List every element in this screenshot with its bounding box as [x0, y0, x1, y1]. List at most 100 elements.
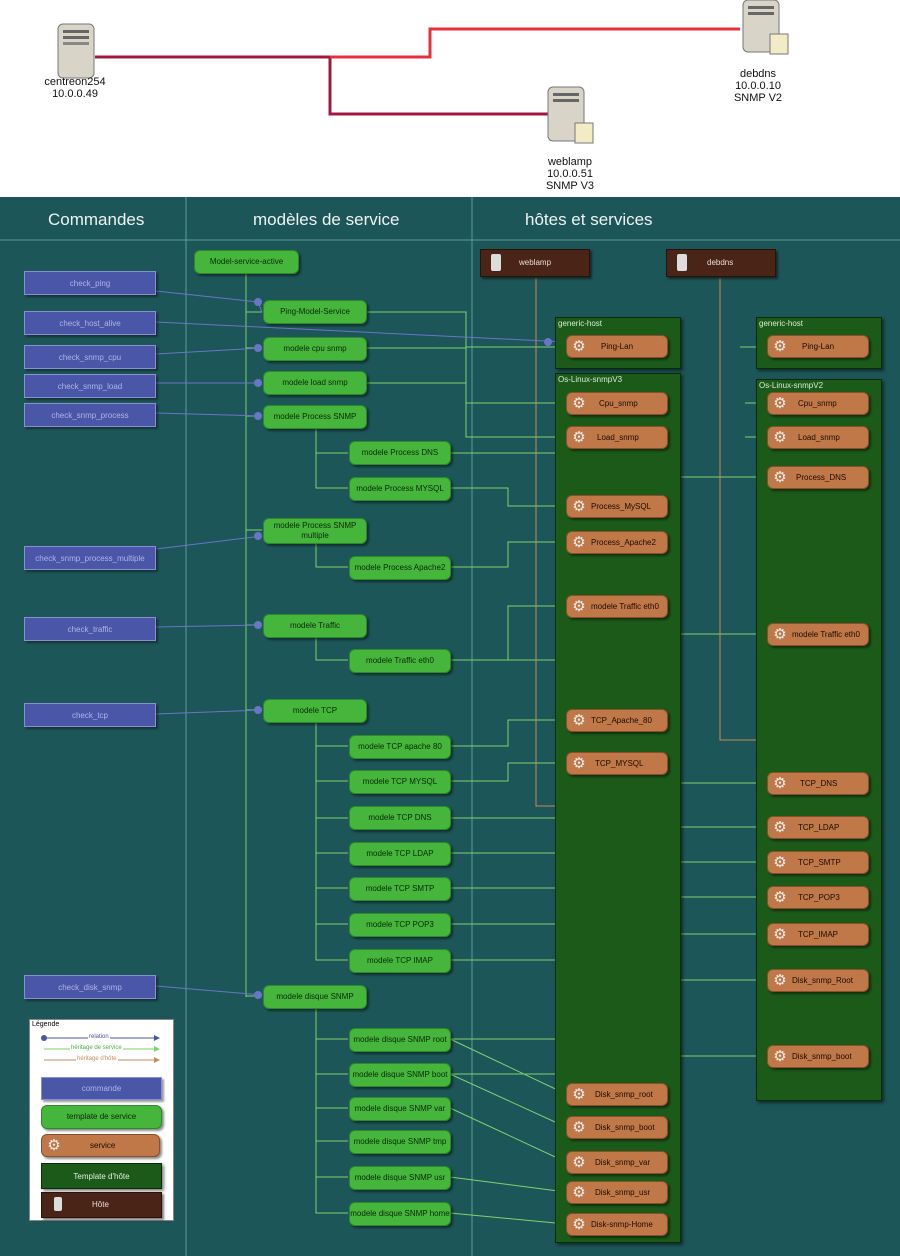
service-debdns-cpu[interactable]: ⚙ Cpu_snmp — [767, 392, 869, 415]
service-debdns-load[interactable]: ⚙ Load_snmp — [767, 426, 869, 449]
service-weblamp-tcp-apache80[interactable]: ⚙ TCP_Apache_80 — [566, 709, 668, 732]
service-weblamp-ping-lan[interactable]: ⚙ Ping-Lan — [566, 335, 668, 358]
template-tcp-dns[interactable]: modele TCP DNS — [349, 806, 451, 830]
gear-icon: ⚙ — [572, 1184, 586, 1201]
service-label: Disk_snmp_boot — [595, 1123, 655, 1132]
command-check-snmp-process[interactable]: check_snmp_process — [24, 403, 156, 427]
host-weblamp[interactable]: weblamp — [480, 249, 590, 277]
command-check-host-alive[interactable]: check_host_alive — [24, 311, 156, 335]
template-traffic-eth0[interactable]: modele Traffic eth0 — [349, 649, 451, 673]
gear-icon: ⚙ — [773, 972, 787, 989]
gear-icon: ⚙ — [572, 1216, 586, 1233]
node-ip-centreon: 10.0.0.49 — [52, 88, 98, 100]
template-disk-root[interactable]: modele disque SNMP root — [349, 1028, 451, 1052]
service-debdns-tcp-dns[interactable]: ⚙ TCP_DNS — [767, 772, 869, 795]
node-name-debdns: debdns — [739, 68, 777, 80]
template-cpu[interactable]: modele cpu snmp — [263, 337, 367, 361]
service-weblamp-disk-usr[interactable]: ⚙ Disk_snmp_usr — [566, 1181, 668, 1204]
host-template-label: Os-Linux-snmpV3 — [558, 375, 623, 384]
template-process[interactable]: modele Process SNMP — [263, 405, 367, 429]
legend-host: Hôte — [41, 1192, 162, 1218]
service-label: Disk-snmp-Home — [591, 1220, 653, 1229]
template-disk[interactable]: modele disque SNMP — [263, 985, 367, 1009]
command-check-traffic[interactable]: check_traffic — [24, 617, 156, 641]
service-debdns-tcp-smtp[interactable]: ⚙ TCP_SMTP — [767, 851, 869, 874]
template-tcp-smtp[interactable]: modele TCP SMTP — [349, 877, 451, 901]
legend-relation: relation — [88, 1034, 110, 1040]
server-icon[interactable] — [545, 85, 597, 147]
template-disk-var[interactable]: modele disque SNMP var — [349, 1097, 451, 1121]
header-hosts-services: hôtes et services — [525, 210, 653, 229]
service-debdns-tcp-imap[interactable]: ⚙ TCP_IMAP — [767, 923, 869, 946]
link-centreon-debdns — [330, 27, 740, 59]
service-debdns-ping-lan[interactable]: ⚙ Ping-Lan — [767, 335, 869, 358]
gear-icon: ⚙ — [572, 1154, 586, 1171]
template-disk-usr[interactable]: modele disque SNMP usr — [349, 1166, 451, 1190]
service-weblamp-disk-var[interactable]: ⚙ Disk_snmp_var — [566, 1151, 668, 1174]
service-weblamp-process-mysql[interactable]: ⚙ Process_MySQL — [566, 495, 668, 518]
template-disk-boot[interactable]: modele disque SNMP boot — [349, 1063, 451, 1087]
template-tcp-apache80[interactable]: modele TCP apache 80 — [349, 735, 451, 759]
service-label: TCP_IMAP — [798, 930, 839, 939]
service-weblamp-disk-root[interactable]: ⚙ Disk_snmp_root — [566, 1083, 668, 1106]
template-traffic[interactable]: modele Traffic — [263, 614, 367, 638]
service-weblamp-disk-boot[interactable]: ⚙ Disk_snmp_boot — [566, 1116, 668, 1139]
template-tcp[interactable]: modele TCP — [263, 699, 367, 723]
service-weblamp-cpu[interactable]: ⚙ Cpu_snmp — [566, 392, 668, 415]
template-load[interactable]: modele load snmp — [263, 371, 367, 395]
link-centreon-weblamp — [95, 55, 548, 116]
template-process-apache2[interactable]: modele Process Apache2 — [349, 556, 451, 580]
host-template-label: generic-host — [558, 319, 603, 328]
legend-host-inheritance: héritage d'hôte — [76, 1056, 118, 1062]
command-check-snmp-process-multiple[interactable]: check_snmp_process_multiple — [24, 546, 156, 570]
service-weblamp-load[interactable]: ⚙ Load_snmp — [566, 426, 668, 449]
server-icon[interactable] — [740, 0, 792, 58]
command-check-ping[interactable]: check_ping — [24, 271, 156, 295]
service-debdns-traffic-eth0[interactable]: ⚙ modele Traffic eth0 — [767, 623, 869, 646]
service-label: Disk_snmp_root — [595, 1090, 653, 1099]
template-disk-home[interactable]: modele disque SNMP home — [349, 1202, 451, 1226]
service-weblamp-disk-home[interactable]: ⚙ Disk-snmp-Home — [566, 1213, 668, 1236]
service-weblamp-process-apache2[interactable]: ⚙ Process_Apache2 — [566, 531, 668, 554]
gear-icon: ⚙ — [572, 1119, 586, 1136]
service-debdns-process-dns[interactable]: ⚙ Process_DNS — [767, 466, 869, 489]
gear-icon: ⚙ — [773, 1048, 787, 1065]
template-process-mysql[interactable]: modele Process MYSQL — [349, 477, 451, 501]
template-model-service-active[interactable]: Model-service-active — [194, 250, 299, 274]
service-debdns-disk-root[interactable]: ⚙ Disk_snmp_Root — [767, 969, 869, 992]
host-template-label: Os-Linux-snmpV2 — [759, 381, 824, 390]
service-weblamp-tcp-mysql[interactable]: ⚙ TCP_MYSQL — [566, 752, 668, 775]
host-icon — [677, 254, 687, 271]
host-debdns[interactable]: debdns — [666, 249, 776, 277]
template-disk-tmp[interactable]: modele disque SNMP tmp — [349, 1130, 451, 1154]
gear-icon: ⚙ — [773, 469, 787, 486]
service-label: Ping-Lan — [802, 342, 835, 351]
service-label: TCP_SMTP — [798, 858, 841, 867]
host-template-label: generic-host — [759, 319, 804, 328]
command-check-snmp-load[interactable]: check_snmp_load — [24, 374, 156, 398]
legend-service-template: template de service — [41, 1105, 162, 1129]
template-tcp-imap[interactable]: modele TCP IMAP — [349, 949, 451, 973]
template-tcp-ldap[interactable]: modele TCP LDAP — [349, 842, 451, 866]
service-label: Disk_snmp_usr — [595, 1188, 651, 1197]
legend-host-label: Hôte — [92, 1200, 109, 1209]
template-tcp-mysql[interactable]: modele TCP MYSQL — [349, 770, 451, 794]
service-label: Load_snmp — [597, 433, 639, 442]
command-check-tcp[interactable]: check_tcp — [24, 703, 156, 727]
service-label: Process_DNS — [796, 473, 847, 482]
network-topology: centreon254 10.0.0.49 weblamp 10.0.0.51 … — [0, 0, 900, 197]
service-debdns-disk-boot[interactable]: ⚙ Disk_snmp_boot — [767, 1045, 869, 1068]
service-label: TCP_Apache_80 — [591, 716, 652, 725]
server-icon[interactable] — [55, 22, 99, 84]
command-check-disk-snmp[interactable]: check_disk_snmp — [24, 975, 156, 999]
command-check-snmp-cpu[interactable]: check_snmp_cpu — [24, 345, 156, 369]
template-process-dns[interactable]: modele Process DNS — [349, 441, 451, 465]
template-process-multiple[interactable]: modele Process SNMP multiple — [263, 518, 367, 544]
template-ping[interactable]: Ping-Model-Service — [263, 300, 367, 324]
service-debdns-tcp-ldap[interactable]: ⚙ TCP_LDAP — [767, 816, 869, 839]
template-tcp-pop3[interactable]: modele TCP POP3 — [349, 913, 451, 937]
service-debdns-tcp-pop3[interactable]: ⚙ TCP_POP3 — [767, 886, 869, 909]
gear-icon: ⚙ — [773, 338, 787, 355]
service-weblamp-traffic-eth0[interactable]: ⚙ modele Traffic eth0 — [566, 595, 668, 618]
host-label: weblamp — [519, 258, 552, 267]
